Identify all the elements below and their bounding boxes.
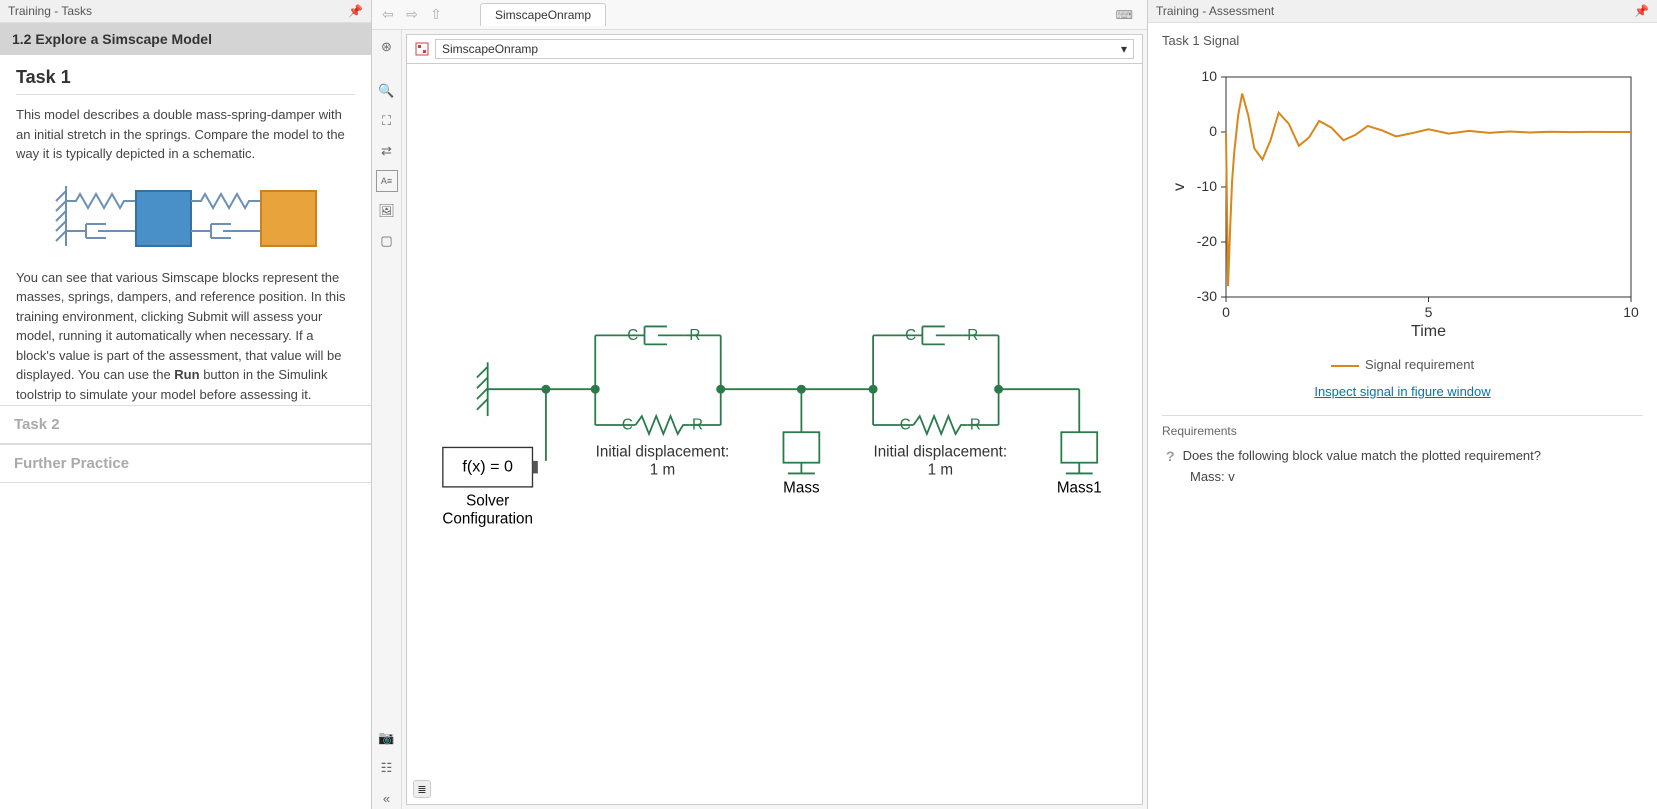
svg-text:Initial displacement:: Initial displacement:	[873, 443, 1007, 460]
svg-text:1 m: 1 m	[928, 461, 953, 478]
requirement-question: Does the following block value match the…	[1183, 446, 1541, 467]
svg-text:0: 0	[1209, 123, 1217, 139]
center-toolbar: ⇦ ⇨ ⇧ SimscapeOnramp ⌨	[372, 0, 1147, 30]
task-content: Task 1 This model describes a double mas…	[0, 55, 371, 405]
requirements-section: Requirements ? Does the following block …	[1162, 415, 1643, 484]
pin-icon[interactable]: 📌	[1634, 4, 1649, 18]
svg-text:Configuration: Configuration	[442, 511, 533, 528]
model-icon	[415, 42, 429, 56]
center-body: ⊛ 🔍 ⛶ ⇄ A≡ 🖼 ▢ 📷 ☷ « SimscapeOnramp ▾	[372, 30, 1147, 809]
pin-icon[interactable]: 📌	[348, 4, 363, 18]
svg-text:v: v	[1171, 183, 1188, 191]
canvas-area: SimscapeOnramp ▾	[406, 34, 1143, 805]
tasks-panel-header: Training - Tasks 📌	[0, 0, 371, 23]
svg-text:Initial displacement:: Initial displacement:	[596, 443, 730, 460]
svg-text:Time: Time	[1411, 323, 1446, 340]
svg-text:C: C	[905, 327, 916, 344]
arrange-button[interactable]: ⇄	[376, 140, 398, 162]
zoom-in-button[interactable]: 🔍	[376, 80, 398, 102]
section-title: 1.2 Explore a Simscape Model	[0, 23, 371, 55]
chevron-down-icon: ▾	[1121, 42, 1127, 56]
simscape-diagram: f(x) = 0 Solver Configuration C R C R C …	[407, 64, 1142, 804]
annotation-button[interactable]: A≡	[376, 170, 398, 192]
keyboard-icon[interactable]: ⌨	[1116, 8, 1133, 22]
hide-browser-button[interactable]: ⊛	[376, 36, 398, 58]
data-inspector-icon[interactable]: ≣	[413, 780, 431, 798]
fit-view-button[interactable]: ⛶	[376, 110, 398, 132]
model-tab[interactable]: SimscapeOnramp	[480, 3, 606, 26]
question-mark-icon: ?	[1166, 446, 1175, 467]
svg-text:10: 10	[1623, 304, 1639, 320]
task-2-section[interactable]: Task 2	[0, 405, 371, 444]
task-heading: Task 1	[16, 67, 355, 95]
diagram-canvas[interactable]: f(x) = 0 Solver Configuration C R C R C …	[407, 64, 1142, 804]
assessment-body: Task 1 Signal -30 -20 -10 0 10 0 5 10 Time v Sign…	[1148, 23, 1657, 809]
nav-back-button[interactable]: ⇦	[378, 5, 398, 25]
screenshot-button[interactable]: 📷	[376, 727, 398, 749]
svg-text:Mass1: Mass1	[1057, 479, 1102, 496]
legend-swatch	[1331, 365, 1359, 367]
svg-text:R: R	[967, 327, 978, 344]
svg-text:0: 0	[1222, 304, 1230, 320]
collapse-button[interactable]: «	[376, 787, 398, 809]
model-canvas-panel: ⇦ ⇨ ⇧ SimscapeOnramp ⌨ ⊛ 🔍 ⛶ ⇄ A≡ 🖼 ▢ 📷 …	[372, 0, 1147, 809]
svg-text:f(x) = 0: f(x) = 0	[462, 458, 513, 476]
tasks-panel-title: Training - Tasks	[8, 4, 92, 18]
svg-text:5: 5	[1425, 304, 1433, 320]
area-button[interactable]: ▢	[376, 230, 398, 252]
svg-text:-30: -30	[1197, 288, 1217, 304]
svg-text:10: 10	[1201, 68, 1217, 84]
requirement-detail: Mass: v	[1162, 469, 1643, 484]
svg-text:C: C	[622, 417, 633, 434]
assessment-panel-title: Training - Assessment	[1156, 4, 1274, 18]
svg-text:C: C	[627, 327, 638, 344]
requirements-title: Requirements	[1162, 424, 1643, 438]
task-para-2: You can see that various Simscape blocks…	[16, 268, 355, 405]
image-button[interactable]: 🖼	[376, 200, 398, 222]
task-para-1: This model describes a double mass-sprin…	[16, 105, 355, 164]
breadcrumb-text: SimscapeOnramp	[442, 42, 538, 56]
svg-text:-20: -20	[1197, 233, 1217, 249]
svg-text:-10: -10	[1197, 178, 1217, 194]
svg-text:R: R	[692, 417, 703, 434]
training-tasks-panel: Training - Tasks 📌 1.2 Explore a Simscap…	[0, 0, 372, 809]
svg-text:Mass: Mass	[783, 479, 820, 496]
requirement-item: ? Does the following block value match t…	[1162, 446, 1643, 467]
further-practice-section[interactable]: Further Practice	[0, 444, 371, 483]
nav-forward-button[interactable]: ⇨	[402, 5, 422, 25]
breadcrumb-combo[interactable]: SimscapeOnramp ▾	[435, 39, 1134, 59]
nav-up-button[interactable]: ⇧	[426, 5, 446, 25]
svg-text:R: R	[970, 417, 981, 434]
svg-text:1 m: 1 m	[650, 461, 675, 478]
chart-legend: Signal requirement	[1162, 357, 1643, 372]
breadcrumb-bar: SimscapeOnramp ▾	[407, 35, 1142, 64]
schematic-illustration	[36, 176, 336, 256]
assessment-panel-header: Training - Assessment 📌	[1148, 0, 1657, 23]
svg-text:Solver: Solver	[466, 493, 509, 510]
inspect-signal-link[interactable]: Inspect signal in figure window	[1162, 384, 1643, 399]
svg-text:R: R	[689, 327, 700, 344]
properties-button[interactable]: ☷	[376, 757, 398, 779]
signal-chart: -30 -20 -10 0 10 0 5 10 Time v	[1162, 56, 1643, 351]
training-assessment-panel: Training - Assessment 📌 Task 1 Signal -3…	[1147, 0, 1657, 809]
tab-strip: SimscapeOnramp	[480, 3, 606, 26]
side-toolbar: ⊛ 🔍 ⛶ ⇄ A≡ 🖼 ▢ 📷 ☷ «	[372, 30, 402, 809]
assessment-subtitle: Task 1 Signal	[1162, 33, 1643, 48]
svg-text:C: C	[900, 417, 911, 434]
